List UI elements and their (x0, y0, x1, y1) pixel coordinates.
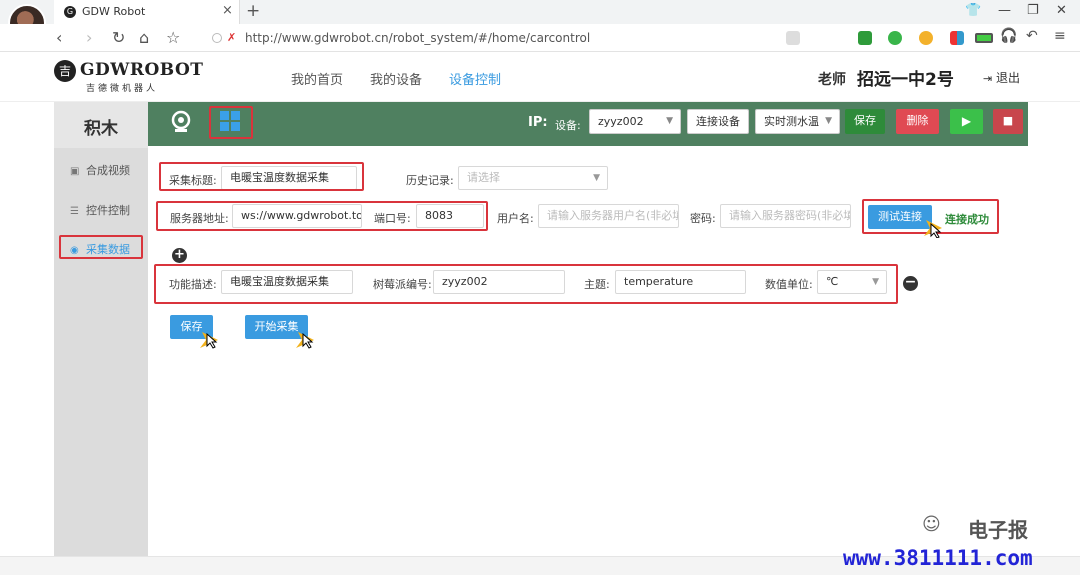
user-name: 招远一中2号 (857, 70, 954, 90)
back-icon[interactable]: ‹ (56, 28, 62, 47)
extension-shield-icon[interactable] (919, 31, 933, 45)
password-label: 密码: (690, 212, 716, 225)
close-window-icon[interactable]: ✕ (1056, 3, 1067, 18)
sliders-icon: ☰ (70, 206, 79, 217)
stop-icon[interactable]: ■ (993, 109, 1023, 134)
ip-label: IP: (528, 115, 548, 130)
run-play-icon[interactable]: ▶ (950, 109, 983, 134)
mode-select-value: 实时测水温 (764, 115, 819, 128)
logo-text: GDWROBOT (80, 60, 204, 80)
device-select[interactable]: zyyz002 ▼ (589, 109, 681, 134)
add-row-icon[interactable]: + (172, 248, 187, 263)
cursor-click-icon (200, 332, 218, 349)
tab-title: GDW Robot (82, 5, 146, 18)
watermark-url: www.3811111.com (843, 546, 1033, 570)
history-placeholder: 请选择 (467, 171, 500, 184)
cursor-click-icon (296, 332, 314, 349)
battery-icon[interactable] (975, 33, 993, 43)
save-toolbar-button[interactable]: 保存 (845, 109, 885, 134)
watermark-brand: 电子报 (968, 518, 1028, 542)
new-tab-icon[interactable]: + (246, 1, 260, 21)
delete-button[interactable]: 删除 (896, 109, 939, 134)
restore-icon[interactable]: ❐ (1027, 3, 1039, 18)
remove-row-icon[interactable]: − (903, 275, 918, 291)
chevron-down-icon: ▼ (825, 116, 832, 126)
username-input[interactable]: 请输入服务器用户名(非必填) (538, 204, 679, 228)
highlight-server-row (156, 201, 488, 231)
tab-favicon-icon: G (64, 6, 76, 18)
qr-icon[interactable] (786, 31, 800, 45)
extension-scissors-icon[interactable] (858, 31, 872, 45)
browser-tab[interactable]: G GDW Robot × (54, 0, 240, 24)
sidebar-item-label: 控件控制 (86, 204, 130, 217)
nav-home[interactable]: 我的首页 (291, 69, 343, 88)
nav-my-devices[interactable]: 我的设备 (370, 69, 422, 88)
logout-button[interactable]: ⇥ 退出 (983, 69, 1020, 86)
headphones-icon[interactable]: 🎧 (1000, 28, 1017, 44)
user-role: 老师 (818, 72, 846, 88)
image-icon: ▣ (70, 166, 80, 177)
security-icon[interactable] (212, 33, 222, 43)
highlight-sidebar-collect (59, 235, 143, 259)
home-icon[interactable]: ⌂ (139, 28, 149, 47)
mode-select[interactable]: 实时测水温 ▼ (755, 109, 840, 134)
chevron-down-icon: ▼ (666, 116, 673, 126)
minimize-icon[interactable]: — (998, 3, 1011, 18)
sidebar-title: 积木 (54, 102, 148, 148)
chevron-down-icon: ▼ (593, 173, 600, 183)
nav-device-control[interactable]: 设备控制 (449, 69, 501, 88)
cursor-click-icon (924, 220, 942, 238)
undo-icon[interactable]: ↶ (1026, 28, 1038, 44)
highlight-collect-title (159, 162, 364, 191)
webcam-icon[interactable] (169, 110, 193, 134)
sidebar-item-label: 合成视频 (86, 164, 130, 177)
extension-grid-icon[interactable] (950, 31, 964, 45)
skin-icon[interactable]: 👕 (965, 3, 981, 18)
highlight-function-row (154, 264, 898, 304)
history-label: 历史记录: (406, 174, 454, 187)
reload-icon[interactable]: ↻ (112, 28, 125, 47)
sidebar-item-control[interactable]: ☰ 控件控制 (70, 202, 130, 218)
wechat-icon: ☺ (922, 514, 941, 535)
password-input[interactable]: 请输入服务器密码(非必填) (720, 204, 851, 228)
menu-icon[interactable]: ≡ (1054, 28, 1066, 44)
logout-label: 退出 (996, 71, 1021, 85)
logout-icon: ⇥ (983, 72, 993, 85)
connect-device-button[interactable]: 连接设备 (687, 109, 749, 134)
highlight-grid-icon (209, 106, 253, 139)
history-select[interactable]: 请选择 ▼ (458, 166, 608, 190)
logo-mark-icon: 吉 (54, 60, 76, 82)
device-label: 设备: (555, 119, 581, 132)
sidebar-item-video[interactable]: ▣ 合成视频 (70, 162, 130, 178)
tab-close-icon[interactable]: × (222, 3, 233, 18)
insecure-icon: ✗ (227, 31, 237, 44)
extension-green-icon[interactable] (888, 31, 902, 45)
forward-icon[interactable]: › (86, 28, 92, 47)
url-field[interactable]: http://www.gdwrobot.cn/robot_system/#/ho… (245, 31, 590, 45)
bookmark-star-icon[interactable]: ☆ (166, 28, 180, 47)
device-select-value: zyyz002 (598, 115, 644, 128)
username-label: 用户名: (497, 212, 534, 225)
logo-subtitle: 吉德微机器人 (86, 84, 159, 94)
